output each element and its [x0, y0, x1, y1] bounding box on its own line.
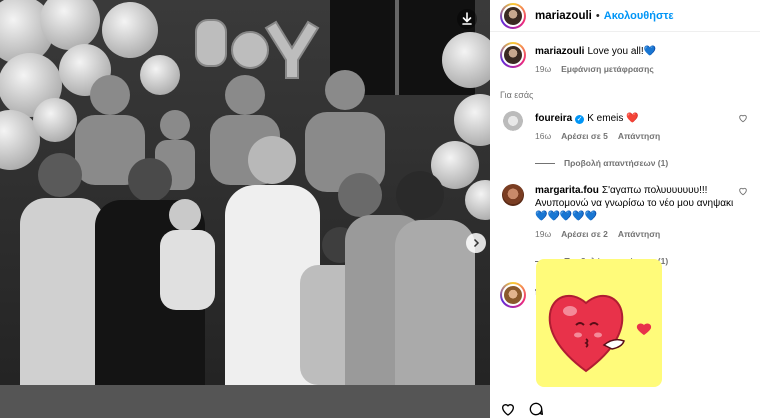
- like-button[interactable]: [500, 401, 516, 417]
- download-button[interactable]: [456, 8, 478, 30]
- follow-button[interactable]: Ακολουθήστε: [604, 10, 674, 22]
- avatar[interactable]: [502, 111, 524, 133]
- comment: foureira ✓ K emeis ❤️ 16ω Αρέσει σε 5 Απάν…: [490, 111, 760, 170]
- comment-icon: [529, 402, 543, 416]
- caption-time[interactable]: 19ω: [535, 63, 551, 76]
- avatar[interactable]: [500, 282, 526, 308]
- kissing-heart-sticker-icon: [548, 294, 652, 373]
- comment: margarita.fou Σ'αγαπω πολυυυυυυυ!!! Ανυπο…: [490, 184, 760, 268]
- post-actions: [500, 401, 544, 417]
- heart-outline-icon: [739, 114, 747, 123]
- group-photo-illustration: [0, 0, 490, 418]
- comment-text: K emeis ❤️: [587, 113, 639, 124]
- for-you-label: Για εσάς: [500, 90, 534, 100]
- view-replies-label: Προβολή απαντήσεων (1): [564, 158, 669, 168]
- chevron-right-icon: [473, 238, 480, 248]
- comment-button[interactable]: [528, 401, 544, 417]
- caption-text: Love you all!💙: [587, 46, 657, 57]
- comment-likes[interactable]: Αρέσει σε 2: [561, 228, 608, 241]
- comment-username[interactable]: margarita.fou: [535, 185, 599, 196]
- heart-outline-icon: [739, 187, 747, 196]
- sticker-image: [536, 259, 662, 387]
- caption: mariazouli Love you all!💙 19ω Εμφάνιση με…: [490, 42, 760, 76]
- comment-like-button[interactable]: [736, 111, 750, 170]
- reply-button[interactable]: Απάντηση: [618, 130, 660, 143]
- comment-likes[interactable]: Αρέσει σε 5: [561, 130, 608, 143]
- download-icon: [457, 9, 477, 29]
- avatar[interactable]: [502, 184, 524, 206]
- comment-username[interactable]: foureira: [535, 113, 572, 124]
- view-replies-button[interactable]: Προβολή απαντήσεων (1): [535, 157, 736, 170]
- post-header: mariazouli • Ακολουθήστε: [490, 0, 760, 32]
- caption-username[interactable]: mariazouli: [535, 46, 584, 57]
- avatar[interactable]: [500, 2, 526, 29]
- comment-like-button[interactable]: [736, 184, 750, 268]
- verified-badge-icon: ✓: [575, 115, 585, 124]
- heart-outline-icon: [501, 404, 515, 416]
- post-author-username[interactable]: mariazouli: [535, 10, 592, 22]
- see-translation-link[interactable]: Εμφάνιση μετάφρασης: [561, 63, 654, 76]
- reply-button[interactable]: Απάντηση: [618, 228, 660, 241]
- avatar[interactable]: [500, 42, 526, 68]
- comment-time[interactable]: 16ω: [535, 130, 551, 143]
- next-slide-button[interactable]: [466, 233, 486, 253]
- post-photo: [0, 0, 490, 418]
- separator-dot: •: [595, 9, 600, 22]
- comment-time[interactable]: 19ω: [535, 228, 551, 241]
